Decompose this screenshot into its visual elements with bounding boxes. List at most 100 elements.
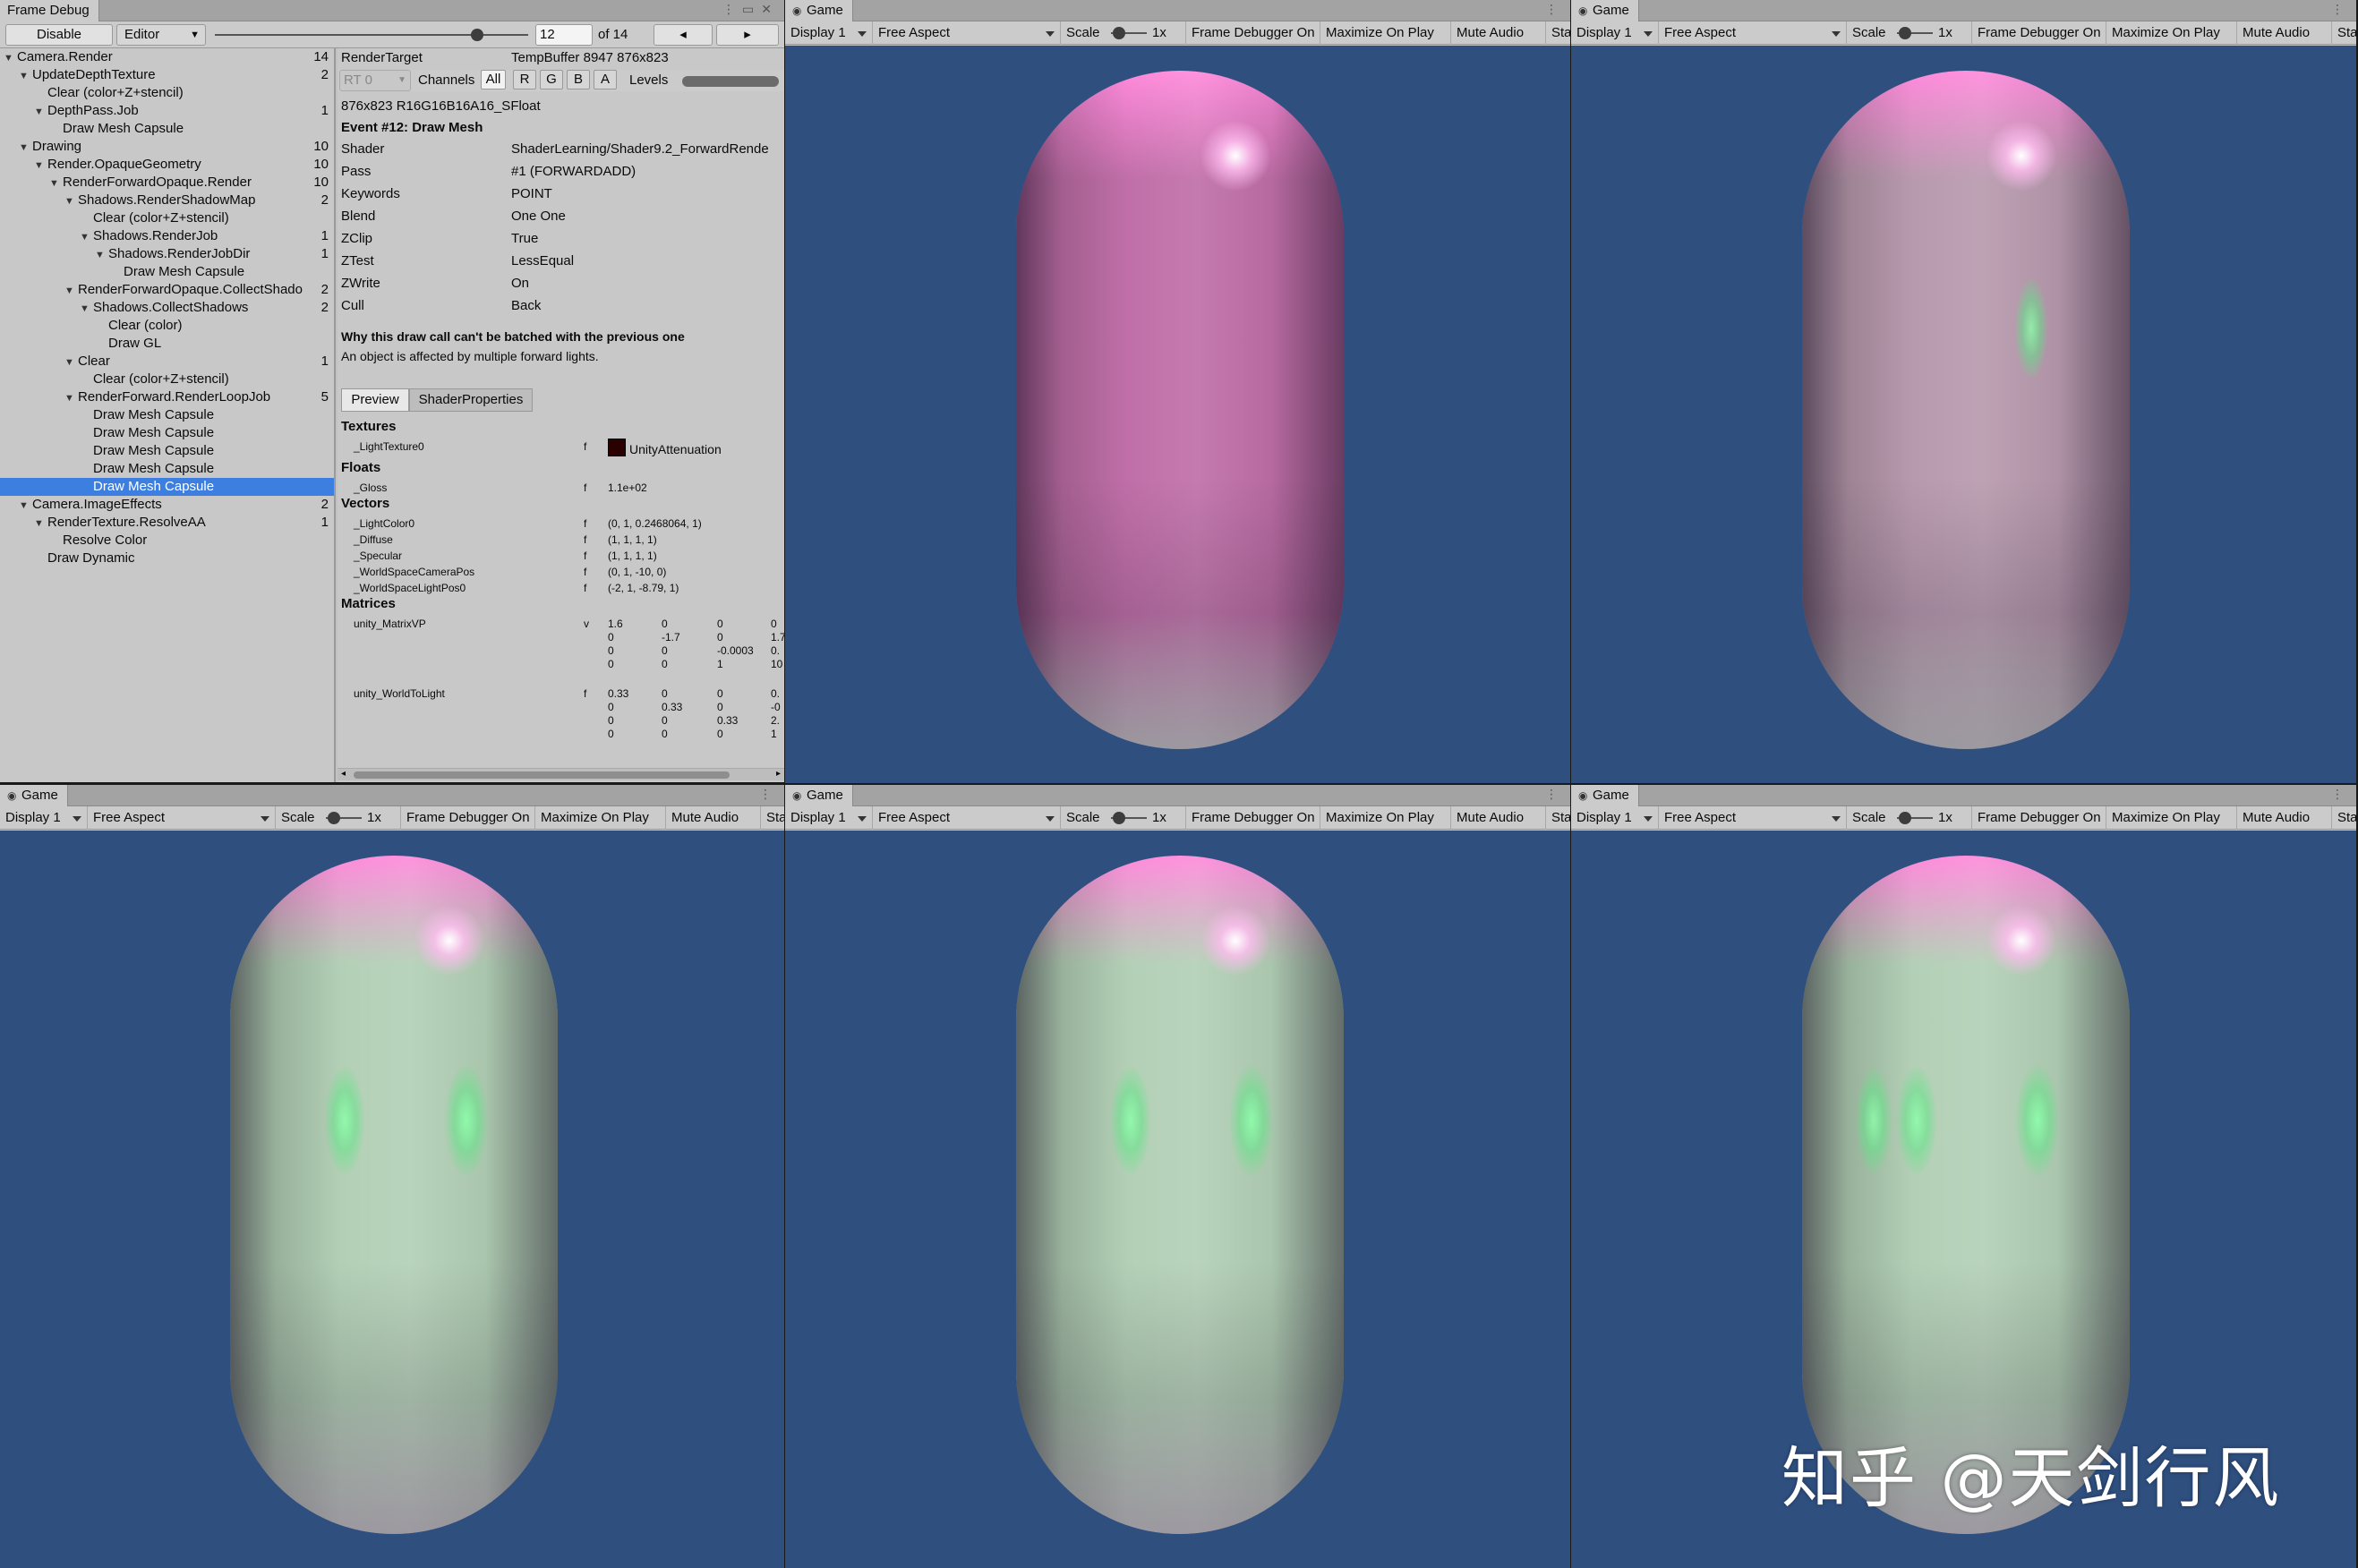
- game-viewport[interactable]: [0, 831, 784, 1568]
- tree-row[interactable]: ▼ RenderForward.RenderLoopJob 5: [0, 388, 334, 406]
- scale-slider[interactable]: [1897, 812, 1933, 824]
- tree-row[interactable]: ▼ RenderTexture.ResolveAA 1: [0, 514, 334, 532]
- expand-triangle-icon[interactable]: ▼: [34, 157, 47, 175]
- tree-row[interactable]: ▼ RenderForwardOpaque.Render 10: [0, 174, 334, 192]
- scale-slider[interactable]: [1897, 27, 1933, 39]
- maximize-on-play-toggle[interactable]: Maximize On Play: [1320, 806, 1451, 830]
- tree-row[interactable]: Draw Mesh Capsule: [0, 442, 334, 460]
- display-dropdown[interactable]: Display 1: [1571, 806, 1659, 830]
- scale-slider-knob[interactable]: [1899, 27, 1911, 39]
- expand-triangle-icon[interactable]: ▼: [19, 139, 32, 157]
- display-dropdown[interactable]: Display 1: [785, 21, 873, 45]
- tree-row[interactable]: Clear (color+Z+stencil): [0, 371, 334, 388]
- scale-slider-knob[interactable]: [1113, 27, 1125, 39]
- scale-slider-knob[interactable]: [1899, 812, 1911, 824]
- scroll-left-icon[interactable]: ◂: [341, 769, 346, 779]
- tree-row[interactable]: Clear (color+Z+stencil): [0, 209, 334, 227]
- channel-button-all[interactable]: All: [481, 70, 506, 89]
- tree-row[interactable]: ▼ Camera.ImageEffects 2: [0, 496, 334, 514]
- tab-shader-properties[interactable]: ShaderProperties: [409, 388, 533, 412]
- scale-control[interactable]: Scale 1x: [1847, 806, 1972, 830]
- tree-row[interactable]: ▼ Shadows.RenderJobDir 1: [0, 245, 334, 263]
- tree-row[interactable]: ▼ DepthPass.Job 1: [0, 102, 334, 120]
- tree-row[interactable]: Draw Mesh Capsule: [0, 424, 334, 442]
- texture-swatch-icon[interactable]: [608, 439, 626, 456]
- expand-triangle-icon[interactable]: ▼: [80, 228, 93, 246]
- levels-range-slider[interactable]: [682, 76, 779, 87]
- stats-toggle[interactable]: Stat: [761, 806, 784, 830]
- channel-button-r[interactable]: R: [513, 70, 536, 89]
- scale-slider-knob[interactable]: [1113, 812, 1125, 824]
- channel-button-g[interactable]: G: [540, 70, 563, 89]
- more-menu-icon[interactable]: ⋮: [1545, 2, 1565, 17]
- mute-audio-toggle[interactable]: Mute Audio: [1451, 21, 1546, 45]
- tab-game[interactable]: ◉ Game: [1571, 785, 1639, 806]
- tree-row[interactable]: Draw Mesh Capsule: [0, 120, 334, 138]
- aspect-dropdown[interactable]: Free Aspect: [88, 806, 276, 830]
- tree-row[interactable]: ▼ Shadows.RenderJob 1: [0, 227, 334, 245]
- next-event-button[interactable]: ▸: [716, 24, 779, 46]
- scrollbar-thumb[interactable]: [354, 771, 730, 779]
- scale-slider[interactable]: [326, 812, 362, 824]
- mute-audio-toggle[interactable]: Mute Audio: [1451, 806, 1546, 830]
- expand-triangle-icon[interactable]: ▼: [34, 515, 47, 533]
- tree-row[interactable]: Clear (color+Z+stencil): [0, 84, 334, 102]
- tree-row[interactable]: ▼ Shadows.RenderShadowMap 2: [0, 192, 334, 209]
- tree-row[interactable]: ▼ Shadows.CollectShadows 2: [0, 299, 334, 317]
- event-slider[interactable]: [215, 29, 528, 41]
- tree-row[interactable]: Draw Mesh Capsule: [0, 460, 334, 478]
- frame-debugger-toggle[interactable]: Frame Debugger On: [1972, 806, 2106, 830]
- tree-row[interactable]: Draw GL: [0, 335, 334, 353]
- channel-button-b[interactable]: B: [567, 70, 590, 89]
- tree-row[interactable]: Draw Mesh Capsule: [0, 406, 334, 424]
- expand-triangle-icon[interactable]: ▼: [19, 67, 32, 85]
- stats-toggle[interactable]: Stat: [2332, 21, 2356, 45]
- display-dropdown[interactable]: Display 1: [1571, 21, 1659, 45]
- tree-row[interactable]: Clear (color): [0, 317, 334, 335]
- more-menu-icon[interactable]: ⋮: [2331, 2, 2351, 17]
- pane-menu-icons[interactable]: ⋮▭✕: [722, 2, 779, 17]
- mute-audio-toggle[interactable]: Mute Audio: [666, 806, 761, 830]
- more-menu-icon[interactable]: ⋮: [2331, 787, 2351, 802]
- game-viewport[interactable]: [785, 831, 1570, 1568]
- maximize-on-play-toggle[interactable]: Maximize On Play: [2106, 21, 2237, 45]
- more-menu-icon[interactable]: ⋮: [759, 787, 779, 802]
- tree-row[interactable]: Draw Mesh Capsule: [0, 478, 334, 496]
- stats-toggle[interactable]: Stat: [1546, 806, 1570, 830]
- prev-event-button[interactable]: ◂: [654, 24, 713, 46]
- tree-row[interactable]: ▼ Drawing 10: [0, 138, 334, 156]
- tab-game[interactable]: ◉ Game: [785, 785, 853, 806]
- expand-triangle-icon[interactable]: ▼: [4, 49, 17, 67]
- tree-row[interactable]: Draw Dynamic: [0, 550, 334, 567]
- maximize-on-play-toggle[interactable]: Maximize On Play: [1320, 21, 1451, 45]
- tab-game[interactable]: ◉ Game: [785, 0, 853, 21]
- expand-triangle-icon[interactable]: ▼: [19, 497, 32, 515]
- expand-triangle-icon[interactable]: ▼: [64, 354, 78, 371]
- tab-preview[interactable]: Preview: [341, 388, 409, 412]
- display-dropdown[interactable]: Display 1: [0, 806, 88, 830]
- scale-control[interactable]: Scale 1x: [276, 806, 401, 830]
- frame-debugger-toggle[interactable]: Frame Debugger On: [401, 806, 535, 830]
- tree-row[interactable]: ▼ RenderForwardOpaque.CollectShado 2: [0, 281, 334, 299]
- scale-slider[interactable]: [1111, 812, 1147, 824]
- tab-game[interactable]: ◉ Game: [1571, 0, 1639, 21]
- event-slider-knob[interactable]: [471, 29, 483, 41]
- frame-debugger-toggle[interactable]: Frame Debugger On: [1186, 806, 1320, 830]
- scale-slider[interactable]: [1111, 27, 1147, 39]
- tab-game[interactable]: ◉ Game: [0, 785, 68, 806]
- disable-button[interactable]: Disable: [5, 24, 113, 46]
- scale-control[interactable]: Scale 1x: [1061, 21, 1186, 45]
- scale-control[interactable]: Scale 1x: [1847, 21, 1972, 45]
- maximize-on-play-toggle[interactable]: Maximize On Play: [535, 806, 666, 830]
- rt-select-dropdown[interactable]: RT 0 ▼: [339, 70, 411, 91]
- more-menu-icon[interactable]: ⋮: [1545, 787, 1565, 802]
- expand-triangle-icon[interactable]: ▼: [64, 192, 78, 210]
- channel-button-a[interactable]: A: [594, 70, 617, 89]
- expand-triangle-icon[interactable]: ▼: [95, 246, 108, 264]
- tree-row[interactable]: ▼ Camera.Render 14: [0, 48, 334, 66]
- frame-debugger-toggle[interactable]: Frame Debugger On: [1972, 21, 2106, 45]
- mute-audio-toggle[interactable]: Mute Audio: [2237, 21, 2332, 45]
- tab-frame-debug[interactable]: Frame Debug: [0, 0, 99, 21]
- tree-row[interactable]: Resolve Color: [0, 532, 334, 550]
- expand-triangle-icon[interactable]: ▼: [80, 300, 93, 318]
